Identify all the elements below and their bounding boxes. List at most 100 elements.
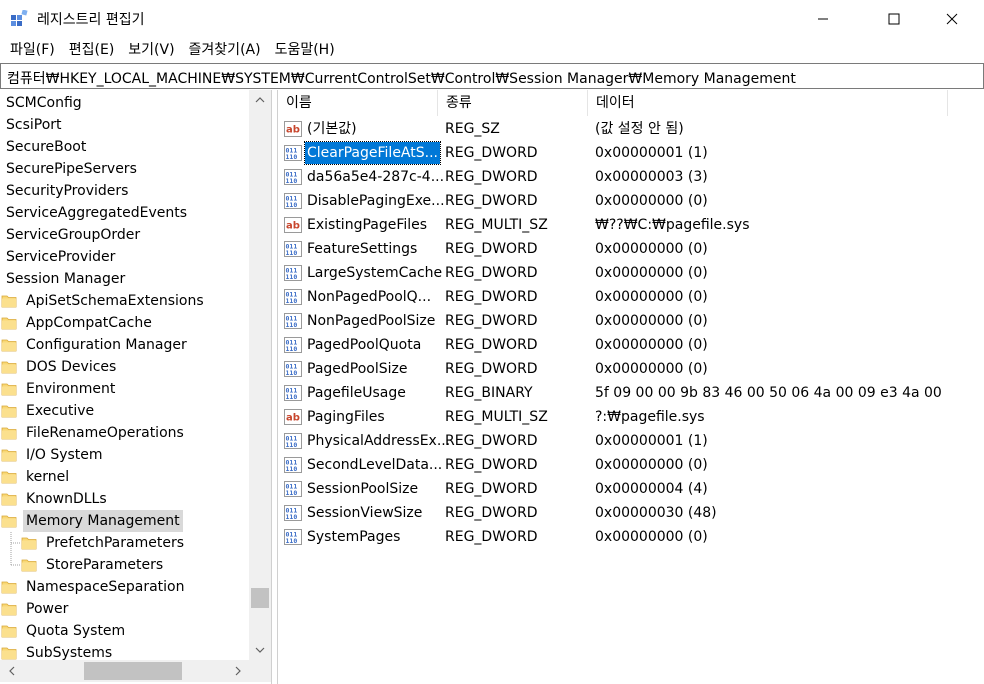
binary-value-icon: 011110 (284, 433, 302, 449)
tree-item[interactable]: Memory Management (0, 510, 249, 532)
folder-icon (1, 449, 17, 462)
address-path[interactable]: 컴퓨터₩HKEY_LOCAL_MACHINE₩SYSTEM₩CurrentCon… (7, 68, 796, 88)
value-row[interactable]: 011 110 SystemPages REG_DWORD 0x00000000 (0) (278, 525, 984, 549)
svg-text:110: 110 (286, 153, 298, 161)
svg-text:110: 110 (286, 345, 298, 353)
binary-value-icon: 011110 (284, 289, 302, 305)
scroll-down-icon[interactable] (255, 646, 265, 654)
menu-edit[interactable]: 편집(E) (62, 38, 122, 62)
value-row[interactable]: 011 110 ClearPageFileAtS... REG_DWORD 0x0000… (278, 141, 984, 165)
tree-item[interactable]: SecurityProviders (0, 180, 249, 202)
value-name: SessionPoolSize (307, 481, 419, 497)
scroll-up-icon[interactable] (255, 96, 265, 104)
value-row[interactable]: 011 110 NonPagedPoolQ... REG_DWORD 0x0000000… (278, 285, 984, 309)
tree-item[interactable]: Environment (0, 378, 249, 400)
folder-icon (21, 537, 37, 550)
column-header-data[interactable]: 데이터 (588, 90, 948, 116)
value-row[interactable]: 011 110 PagefileUsage REG_BINARY 5f 09 00 00… (278, 381, 984, 405)
tree-horizontal-scrollbar[interactable] (0, 660, 249, 682)
column-header-name[interactable]: 이름 (278, 90, 438, 116)
svg-text:110: 110 (286, 177, 298, 185)
value-row[interactable]: 011 110 PagedPoolQuota REG_DWORD 0x00000000 … (278, 333, 984, 357)
value-row[interactable]: 011 110 LargeSystemCache REG_DWORD 0x0000000… (278, 261, 984, 285)
value-type: REG_DWORD (445, 361, 538, 377)
tree-item[interactable]: FileRenameOperations (0, 422, 249, 444)
value-row[interactable]: 011 110 DisablePagingExe... REG_DWORD 0x0000… (278, 189, 984, 213)
tree-item[interactable]: ServiceProvider (0, 246, 249, 268)
column-header-type[interactable]: 종류 (438, 90, 588, 116)
value-row[interactable]: 011 110 SessionViewSize REG_DWORD 0x00000030… (278, 501, 984, 525)
value-data: 0x00000000 (0) (595, 361, 708, 377)
scroll-right-icon[interactable] (234, 666, 242, 676)
value-row[interactable]: ab PagingFiles REG_MULTI_SZ ?:₩pagefile.sys (278, 405, 984, 429)
tree-item-label: Session Manager (6, 271, 126, 287)
value-data: 0x00000000 (0) (595, 289, 708, 305)
value-row[interactable]: 011 110 PagedPoolSize REG_DWORD 0x00000000 (… (278, 357, 984, 381)
tree-item[interactable]: NamespaceSeparation (0, 576, 249, 598)
tree-item[interactable]: KnownDLLs (0, 488, 249, 510)
value-name: PagedPoolSize (307, 361, 408, 377)
tree-item-label: Configuration Manager (26, 337, 187, 353)
binary-value-icon: 011110 (284, 265, 302, 281)
tree-item[interactable]: Configuration Manager (0, 334, 249, 356)
value-row[interactable]: 011 110 NonPagedPoolSize REG_DWORD 0x0000000… (278, 309, 984, 333)
tree-item[interactable]: Power (0, 598, 249, 620)
value-row[interactable]: 011 110 SessionPoolSize REG_DWORD 0x00000004… (278, 477, 984, 501)
folder-icon (1, 317, 17, 330)
svg-text:110: 110 (286, 249, 298, 257)
tree-item[interactable]: Quota System (0, 620, 249, 642)
value-data: (값 설정 안 됨) (595, 121, 684, 137)
close-icon (946, 13, 958, 25)
value-row[interactable]: ab (기본값) REG_SZ (값 설정 안 됨) (278, 117, 984, 141)
binary-value-icon: 011110 (284, 457, 302, 473)
folder-icon (1, 603, 17, 616)
value-row[interactable]: 011 110 PhysicalAddressEx... REG_DWORD 0x000… (278, 429, 984, 453)
tree-item[interactable]: Executive (0, 400, 249, 422)
value-name: PagefileUsage (307, 385, 406, 401)
value-row[interactable]: 011 110 FeatureSettings REG_DWORD 0x00000000… (278, 237, 984, 261)
value-row[interactable]: ab ExistingPageFiles REG_MULTI_SZ ₩??₩C:₩pa… (278, 213, 984, 237)
tree-item[interactable]: kernel (0, 466, 249, 488)
value-name: SystemPages (307, 529, 401, 545)
value-name: LargeSystemCache (307, 265, 443, 281)
value-name: NonPagedPoolQ... (307, 289, 432, 305)
close-button[interactable] (929, 0, 975, 38)
address-bar[interactable]: 컴퓨터₩HKEY_LOCAL_MACHINE₩SYSTEM₩CurrentCon… (0, 63, 984, 89)
string-value-icon: ab (284, 409, 302, 425)
menu-file[interactable]: 파일(F) (3, 38, 62, 62)
value-data: 0x00000000 (0) (595, 337, 708, 353)
values-list-pane[interactable]: 이름 종류 데이터 ab (기본값) REG_SZ (값 설정 안 됨) 011 110 C… (277, 90, 984, 684)
tree-item[interactable]: ServiceGroupOrder (0, 224, 249, 246)
tree-item[interactable]: StoreParameters (0, 554, 249, 576)
maximize-button[interactable] (871, 0, 917, 38)
menu-bar: 파일(F) 편집(E) 보기(V) 즐겨찾기(A) 도움말(H) (0, 38, 984, 62)
tree-item[interactable]: DOS Devices (0, 356, 249, 378)
tree-item[interactable]: SCMConfig (0, 92, 249, 114)
value-row[interactable]: 011 110 da56a5e4-287c-4... REG_DWORD 0x00000… (278, 165, 984, 189)
tree-item[interactable]: I/O System (0, 444, 249, 466)
tree-vertical-scrollbar[interactable] (249, 90, 271, 660)
value-data: 5f 09 00 00 9b 83 46 00 50 06 4a 00 09 e… (595, 385, 945, 401)
menu-favorites[interactable]: 즐겨찾기(A) (182, 38, 268, 62)
tree-item-label: SecurityProviders (6, 183, 129, 199)
svg-text:110: 110 (286, 489, 298, 497)
menu-help[interactable]: 도움말(H) (268, 38, 342, 62)
tree-item[interactable]: SecureBoot (0, 136, 249, 158)
tree-item[interactable]: PrefetchParameters (0, 532, 249, 554)
value-row[interactable]: 011 110 SecondLevelData... REG_DWORD 0x00000… (278, 453, 984, 477)
folder-icon (1, 295, 17, 308)
scroll-corner (249, 660, 271, 682)
tree-item[interactable]: ServiceAggregatedEvents (0, 202, 249, 224)
tree-item[interactable]: Session Manager (0, 268, 249, 290)
key-tree-pane[interactable]: SCMConfig ScsiPort SecureBoot SecurePipeSer… (0, 90, 272, 684)
menu-view[interactable]: 보기(V) (121, 38, 181, 62)
tree-item[interactable]: SecurePipeServers (0, 158, 249, 180)
tree-item[interactable]: ScsiPort (0, 114, 249, 136)
minimize-button[interactable] (800, 0, 846, 38)
tree-item[interactable]: ApiSetSchemaExtensions (0, 290, 249, 312)
tree-vertical-scroll-thumb[interactable] (251, 588, 269, 608)
binary-value-icon: 011110 (284, 145, 302, 161)
tree-item[interactable]: AppCompatCache (0, 312, 249, 334)
tree-horizontal-scroll-thumb[interactable] (84, 662, 182, 680)
scroll-left-icon[interactable] (8, 666, 16, 676)
